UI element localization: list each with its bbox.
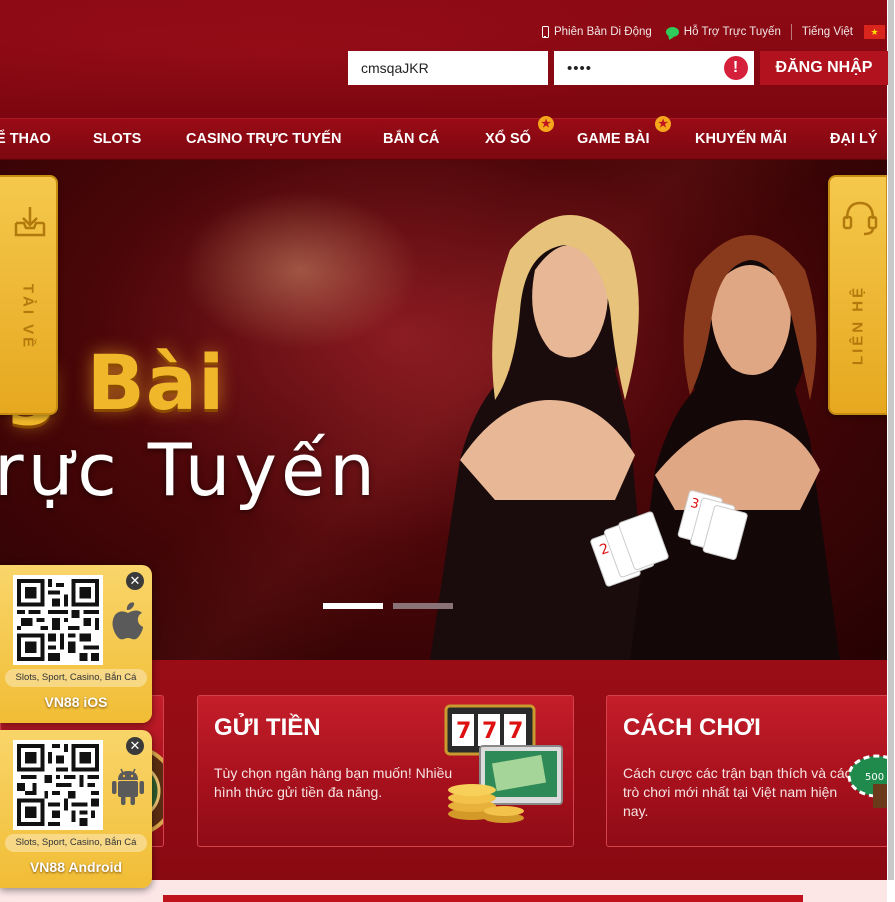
- mobile-version-link[interactable]: Phiên Bản Di Động: [541, 26, 652, 38]
- mobile-version-label: Phiên Bản Di Động: [553, 26, 652, 38]
- slide-dot[interactable]: [393, 603, 453, 609]
- android-qr-code: [13, 740, 103, 830]
- svg-text:7: 7: [482, 719, 497, 744]
- live-support-label: Hỗ Trợ Trực Tuyến: [683, 26, 781, 38]
- language-selector[interactable]: Tiếng Việt ★: [802, 25, 885, 39]
- slide-dot-active[interactable]: [323, 603, 383, 609]
- android-qr-popup[interactable]: ✕ Slots, Sport, Casino, Bắn Cá VN88 Andr…: [0, 730, 152, 888]
- download-tab-label: TẢI VỀ: [19, 283, 37, 351]
- svg-text:500: 500: [865, 772, 884, 783]
- alert-icon: !: [724, 56, 748, 80]
- main-nav: Ể THAO SLOTS CASINO TRỰC TUYẾN BẮN CÁ XỔ…: [0, 116, 895, 161]
- nav-label: BẮN CÁ: [383, 131, 440, 147]
- ios-qr-code: [13, 575, 103, 665]
- nav-item-sports[interactable]: Ể THAO: [0, 119, 51, 161]
- nav-label: Ể THAO: [0, 131, 51, 147]
- nav-item-live-casino[interactable]: CASINO TRỰC TUYẾN: [186, 119, 341, 161]
- close-icon[interactable]: ✕: [126, 737, 144, 755]
- banner-glow: [180, 190, 420, 350]
- nav-item-card-games[interactable]: GAME BÀI ★: [577, 116, 671, 161]
- vietnam-flag-icon: ★: [864, 25, 885, 39]
- nav-item-slots[interactable]: SLOTS: [93, 119, 141, 161]
- nav-item-lottery[interactable]: XỔ SỐ ★: [485, 116, 554, 161]
- nav-label: KHUYẾN MÃI: [695, 131, 787, 147]
- download-side-tab[interactable]: TẢI VỀ: [0, 175, 58, 415]
- chat-icon: [665, 27, 679, 37]
- android-icon: [112, 768, 144, 805]
- nav-item-promotions[interactable]: KHUYẾN MÃI: [695, 119, 787, 161]
- star-badge-icon: ★: [538, 116, 554, 132]
- deposit-card-text: Tùy chọn ngân hàng bạn muốn! Nhiều hình …: [214, 765, 453, 800]
- bottom-bar: [163, 895, 803, 902]
- ios-tags: Slots, Sport, Casino, Bắn Cá: [5, 669, 147, 687]
- login-button[interactable]: ĐĂNG NHẬP: [760, 51, 888, 85]
- svg-text:7: 7: [456, 719, 471, 744]
- nav-label: ĐẠI LÝ: [830, 131, 878, 147]
- password-value: ••••: [567, 59, 593, 77]
- android-app-name: VN88 Android: [29, 859, 123, 875]
- page-scrollbar[interactable]: [887, 0, 895, 902]
- how-to-play-card-title: CÁCH CHƠI: [623, 714, 761, 741]
- contact-side-tab[interactable]: LIÊN HỆ: [828, 175, 888, 415]
- how-to-play-card-text: Cách cược các trận bạn thích và các trò …: [623, 765, 852, 819]
- nav-label: SLOTS: [93, 131, 142, 147]
- apple-icon: [112, 602, 143, 640]
- headset-icon: [842, 201, 878, 236]
- site-header: Phiên Bản Di Động Hỗ Trợ Trực Tuyến Tiến…: [0, 0, 895, 118]
- nav-label: XỔ SỐ: [485, 131, 531, 147]
- slide-indicators: [323, 603, 453, 609]
- close-icon[interactable]: ✕: [126, 572, 144, 590]
- star-badge-icon: ★: [655, 116, 671, 132]
- nav-label: CASINO TRỰC TUYẾN: [186, 131, 342, 147]
- login-form: cmsqaJKR •••• ! ĐĂNG NHẬP: [348, 51, 888, 85]
- live-support-link[interactable]: Hỗ Trợ Trực Tuyến: [665, 26, 781, 38]
- how-to-play-card[interactable]: CÁCH CHƠI Cách cược các trận bạn thích v…: [606, 695, 895, 847]
- download-tray-icon: [14, 207, 46, 237]
- deposit-card[interactable]: GỬI TIỀN Tùy chọn ngân hàng bạn muốn! Nh…: [197, 695, 574, 847]
- password-input[interactable]: •••• !: [554, 51, 754, 85]
- svg-text:7: 7: [508, 719, 523, 744]
- android-tags: Slots, Sport, Casino, Bắn Cá: [5, 834, 147, 852]
- language-label: Tiếng Việt: [801, 26, 853, 38]
- nav-label: GAME BÀI: [577, 131, 650, 147]
- phone-icon: [541, 26, 549, 38]
- nav-item-agents[interactable]: ĐẠI LÝ: [830, 119, 878, 161]
- top-links: Phiên Bản Di Động Hỗ Trợ Trực Tuyến Tiến…: [541, 24, 885, 40]
- nav-item-fishing[interactable]: BẮN CÁ: [383, 119, 439, 161]
- username-value: cmsqaJKR: [361, 60, 429, 76]
- contact-tab-label: LIÊN HỆ: [849, 284, 867, 366]
- slot-machine-money-image: 7 7 7: [444, 704, 563, 823]
- divider: [790, 24, 792, 40]
- banner-models-image: 2 3: [430, 215, 840, 660]
- banner-headline-white: rực Tuyến: [0, 428, 379, 512]
- ios-app-name: VN88 iOS: [44, 694, 108, 710]
- scrollbar-thumb[interactable]: [888, 0, 894, 880]
- deposit-card-title: GỬI TIỀN: [214, 714, 321, 741]
- ios-qr-popup[interactable]: ✕ Slots, Sport, Casino, Bắn Cá VN88 iOS: [0, 565, 152, 723]
- username-input[interactable]: cmsqaJKR: [348, 51, 548, 85]
